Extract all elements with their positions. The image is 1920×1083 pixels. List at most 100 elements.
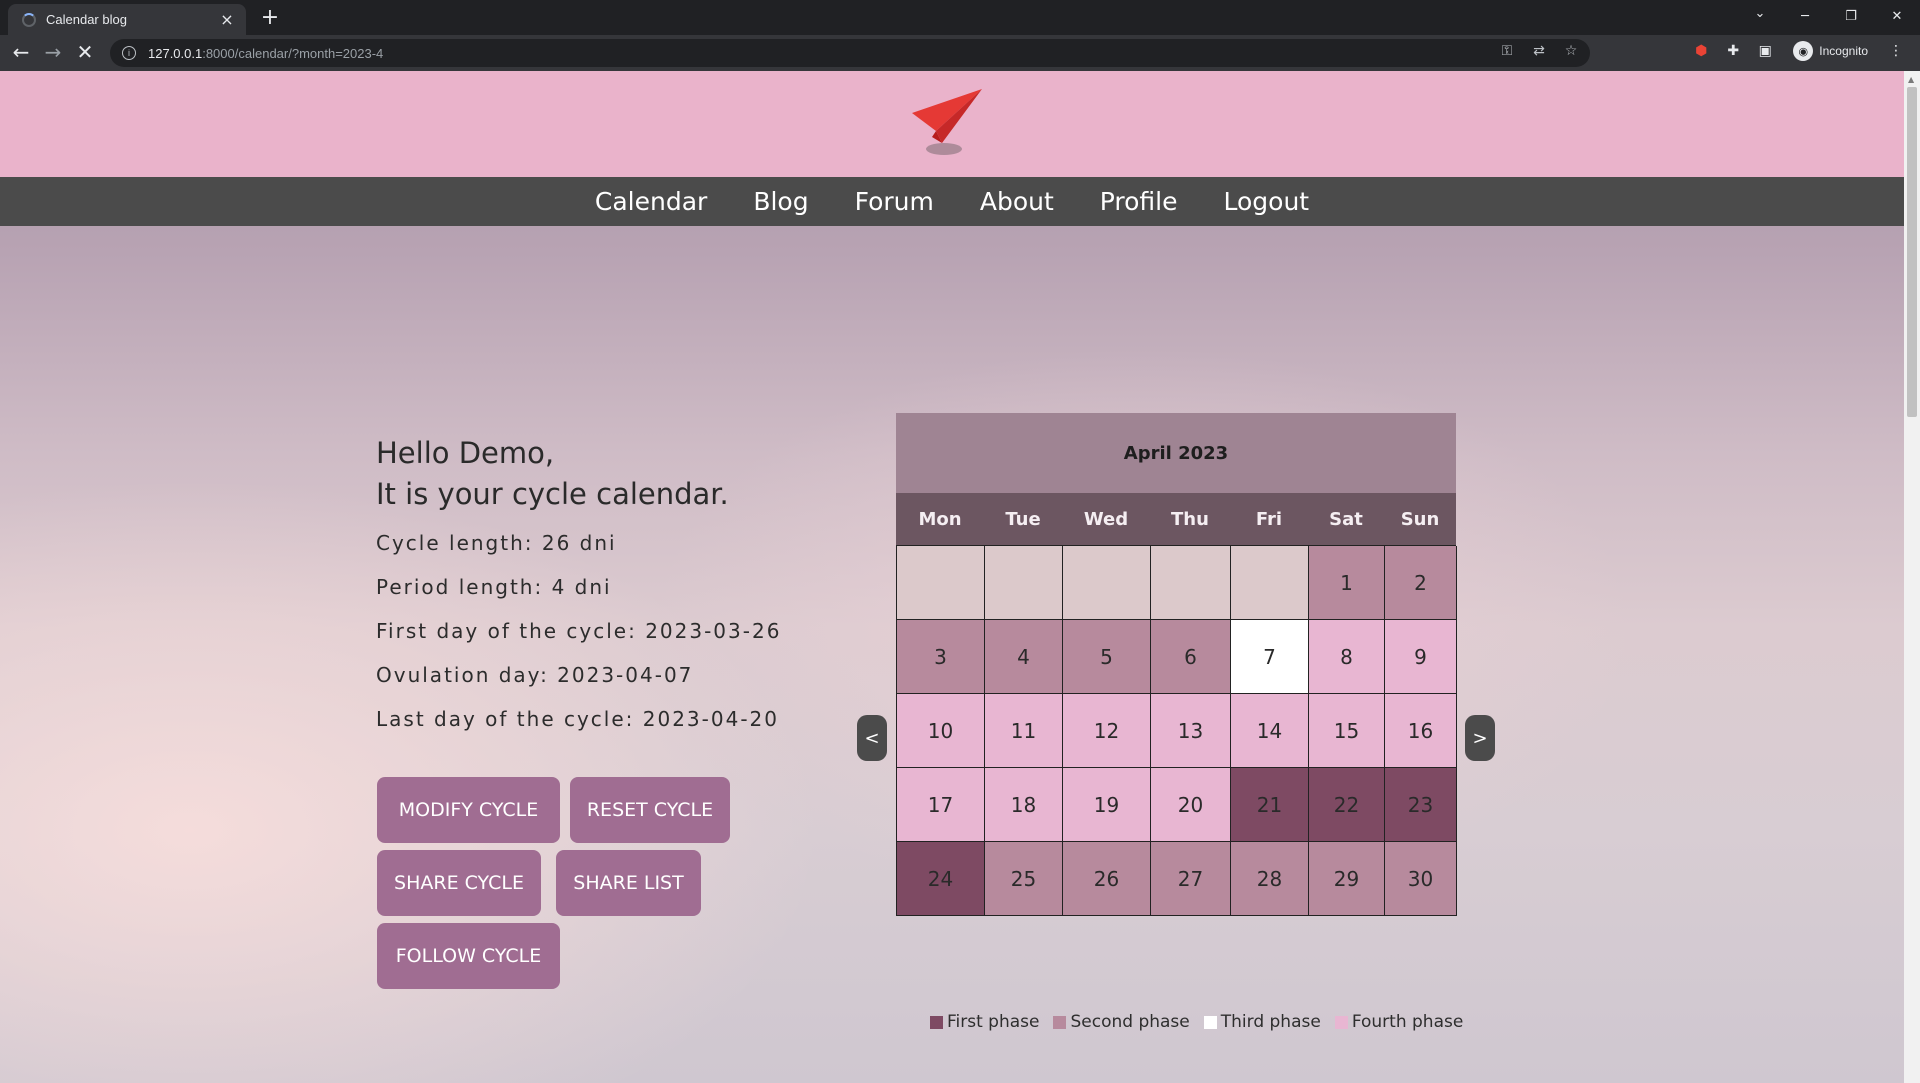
phase-legend: First phase Second phase Third phase Fourth… xyxy=(930,1012,1463,1032)
stop-loading-icon[interactable]: ✕ xyxy=(72,40,98,66)
follow-cycle-button[interactable]: FOLLOW CYCLE xyxy=(377,923,560,989)
calendar-day-cell[interactable]: 7 xyxy=(1231,620,1309,694)
calendar-day-cell[interactable]: 24 xyxy=(897,842,985,916)
calendar-day-cell[interactable]: 21 xyxy=(1231,768,1309,842)
first-day: First day of the cycle: 2023-03-26 xyxy=(376,619,782,643)
calendar-day-cell[interactable]: 1 xyxy=(1309,546,1385,620)
nav-calendar[interactable]: Calendar xyxy=(595,187,707,216)
url-host: 127.0.0.1 xyxy=(148,45,203,61)
next-month-button[interactable]: > xyxy=(1465,715,1495,761)
calendar-month-title: April 2023 xyxy=(896,413,1456,493)
browser-toolbar: ← → ✕ i 127.0.0.1:8000/calendar/?month=2… xyxy=(0,35,1920,71)
modify-cycle-button[interactable]: MODIFY CYCLE xyxy=(377,777,560,843)
weekday-sun: Sun xyxy=(1400,508,1440,530)
minimize-icon[interactable]: ─ xyxy=(1782,0,1828,32)
site-info-icon[interactable]: i xyxy=(122,46,136,60)
nav-blog[interactable]: Blog xyxy=(753,187,808,216)
legend-item: First phase xyxy=(930,1012,1039,1032)
incognito-label: Incognito xyxy=(1819,44,1868,58)
nav-about[interactable]: About xyxy=(980,187,1054,216)
toolbar-right: ⬢ ✚ ▣ ◉ Incognito ⋮ xyxy=(1691,41,1906,61)
calendar-day-cell[interactable]: 26 xyxy=(1063,842,1151,916)
side-panel-icon[interactable]: ▣ xyxy=(1755,41,1775,61)
bookmark-star-icon[interactable]: ☆ xyxy=(1562,43,1580,59)
calendar-day-cell[interactable]: 10 xyxy=(897,694,985,768)
new-tab-button[interactable]: + xyxy=(256,5,284,33)
page-scrollbar[interactable]: ▲ xyxy=(1904,71,1920,1083)
legend-swatch xyxy=(1334,1015,1348,1029)
browser-tab[interactable]: Calendar blog × xyxy=(8,4,246,35)
menu-dots-icon[interactable]: ⋮ xyxy=(1886,41,1906,61)
calendar-day-cell[interactable]: 8 xyxy=(1309,620,1385,694)
calendar-day-cell[interactable]: 16 xyxy=(1385,694,1457,768)
address-bar[interactable]: i 127.0.0.1:8000/calendar/?month=2023-4 … xyxy=(110,39,1590,67)
calendar-day-cell[interactable]: 18 xyxy=(985,768,1063,842)
browser-tabstrip: Calendar blog × + ⌄ ─ ❐ ✕ xyxy=(0,0,1920,35)
omnibox-icons: ⚿ ⇄ ☆ xyxy=(1498,43,1580,59)
calendar-day-cell[interactable]: 29 xyxy=(1309,842,1385,916)
calendar-day-cell[interactable]: 28 xyxy=(1231,842,1309,916)
calendar-day-cell[interactable]: 14 xyxy=(1231,694,1309,768)
back-arrow-icon[interactable]: ← xyxy=(8,40,34,66)
legend-swatch xyxy=(1203,1015,1217,1029)
calendar-day-cell[interactable]: 13 xyxy=(1151,694,1231,768)
incognito-icon: ◉ xyxy=(1793,41,1814,61)
calendar-day-cell[interactable]: 27 xyxy=(1151,842,1231,916)
weekday-sat: Sat xyxy=(1329,508,1363,530)
tab-title: Calendar blog xyxy=(46,12,127,27)
scrollbar-thumb[interactable] xyxy=(1907,87,1917,417)
password-key-icon[interactable]: ⚿ xyxy=(1498,43,1516,59)
calendar-day-cell[interactable]: 6 xyxy=(1151,620,1231,694)
cycle-stats: Cycle length: 26 dni Period length: 4 dn… xyxy=(376,521,876,741)
calendar-day-cell[interactable]: 17 xyxy=(897,768,985,842)
share-list-button[interactable]: SHARE LIST xyxy=(556,850,701,916)
nav-profile[interactable]: Profile xyxy=(1100,187,1178,216)
restore-icon[interactable]: ❐ xyxy=(1828,0,1874,32)
last-day: Last day of the cycle: 2023-04-20 xyxy=(376,707,779,731)
calendar-empty-cell xyxy=(1151,546,1231,620)
weekday-mon: Mon xyxy=(918,508,962,530)
calendar-empty-cell xyxy=(1063,546,1151,620)
calendar-day-cell[interactable]: 9 xyxy=(1385,620,1457,694)
incognito-profile[interactable]: ◉ Incognito xyxy=(1787,41,1874,61)
calendar-empty-cell xyxy=(1231,546,1309,620)
paper-plane-logo-icon[interactable] xyxy=(910,87,986,163)
close-window-icon[interactable]: ✕ xyxy=(1874,0,1920,32)
weekday-thu: Thu xyxy=(1171,508,1209,530)
forward-arrow-icon[interactable]: → xyxy=(40,40,66,66)
site-header xyxy=(0,71,1904,177)
nav-forum[interactable]: Forum xyxy=(855,187,934,216)
tab-close-icon[interactable]: × xyxy=(218,10,236,29)
calendar-day-cell[interactable]: 5 xyxy=(1063,620,1151,694)
calendar-day-cell[interactable]: 19 xyxy=(1063,768,1151,842)
calendar-day-cell[interactable]: 15 xyxy=(1309,694,1385,768)
legend-label: Third phase xyxy=(1220,1012,1321,1032)
calendar-day-cell[interactable]: 12 xyxy=(1063,694,1151,768)
calendar-day-cell[interactable]: 3 xyxy=(897,620,985,694)
tab-search-icon[interactable]: ⌄ xyxy=(1748,6,1772,28)
legend-item: Second phase xyxy=(1053,1012,1190,1032)
calendar-day-cell[interactable]: 4 xyxy=(985,620,1063,694)
calendar-day-cell[interactable]: 30 xyxy=(1385,842,1457,916)
calendar-day-cell[interactable]: 20 xyxy=(1151,768,1231,842)
calendar-day-cell[interactable]: 23 xyxy=(1385,768,1457,842)
calendar-day-cell[interactable]: 22 xyxy=(1309,768,1385,842)
calendar-empty-cell xyxy=(985,546,1063,620)
calendar-day-cell[interactable]: 25 xyxy=(985,842,1063,916)
legend-swatch xyxy=(930,1015,943,1029)
extension-shield-icon[interactable]: ⬢ xyxy=(1691,41,1711,61)
legend-item: Fourth phase xyxy=(1334,1012,1464,1032)
nav-logout[interactable]: Logout xyxy=(1224,187,1310,216)
scroll-up-icon[interactable]: ▲ xyxy=(1908,75,1914,84)
extensions-puzzle-icon[interactable]: ✚ xyxy=(1723,41,1743,61)
prev-month-button[interactable]: < xyxy=(857,715,887,761)
calendar-day-cell[interactable]: 2 xyxy=(1385,546,1457,620)
share-cycle-button[interactable]: SHARE CYCLE xyxy=(377,850,541,916)
cycle-length: Cycle length: 26 dni xyxy=(376,531,617,555)
translate-icon[interactable]: ⇄ xyxy=(1530,43,1548,59)
reset-cycle-button[interactable]: RESET CYCLE xyxy=(570,777,730,843)
legend-label: Fourth phase xyxy=(1351,1012,1464,1032)
calendar-weekday-header: Mon Tue Wed Thu Fri Sat Sun xyxy=(896,493,1456,545)
weekday-tue: Tue xyxy=(1005,508,1041,530)
calendar-day-cell[interactable]: 11 xyxy=(985,694,1063,768)
